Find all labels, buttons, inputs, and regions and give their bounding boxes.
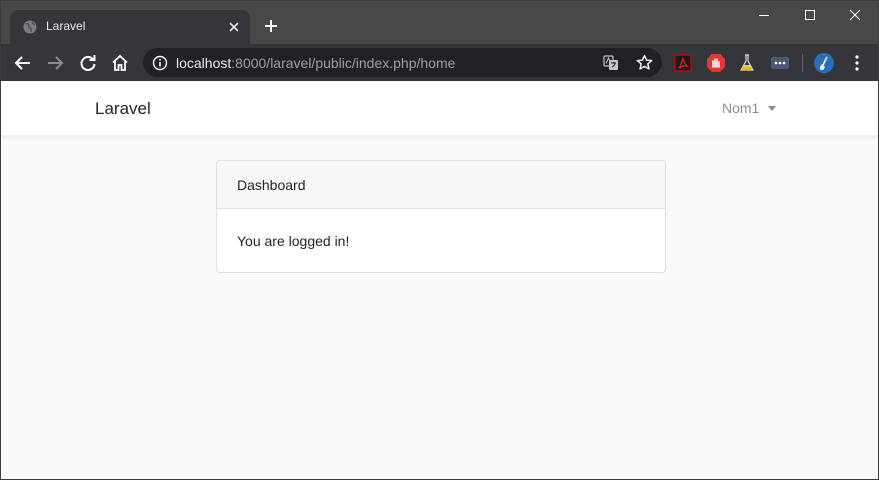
tab-strip: Laravel [1, 1, 878, 44]
caret-down-icon[interactable] [768, 106, 776, 111]
reload-icon[interactable] [78, 53, 98, 73]
tab-title: Laravel [46, 19, 86, 33]
navbar-brand[interactable]: Laravel [95, 99, 151, 119]
arrow-left-icon[interactable] [13, 53, 33, 73]
browser-tab[interactable]: Laravel [10, 10, 250, 44]
pdf-extension-icon[interactable] [673, 53, 693, 73]
adblock-extension-icon[interactable] [706, 53, 726, 73]
address-url[interactable]: localhost:8000/laravel/public/index.php/… [176, 55, 455, 71]
globe-icon [23, 20, 37, 34]
user-dropdown-toggle[interactable]: Nom1 [722, 100, 759, 116]
app-navbar: Laravel Nom1 [1, 81, 878, 136]
info-icon[interactable] [152, 55, 168, 71]
close-tab-icon[interactable] [226, 19, 242, 35]
toolbar-separator [802, 54, 803, 72]
card-header: Dashboard [217, 161, 665, 209]
dashboard-card: Dashboard You are logged in! [216, 160, 666, 273]
minimize-icon[interactable] [756, 7, 772, 23]
url-path: :8000/laravel/public/index.php/home [231, 55, 456, 71]
kebab-menu-icon[interactable] [847, 53, 867, 73]
maximize-icon[interactable] [802, 7, 818, 23]
card-title: Dashboard [237, 177, 306, 193]
web-page: Laravel Nom1 Dashboard You are logged in… [1, 81, 878, 479]
home-icon[interactable] [110, 53, 130, 73]
translate-icon[interactable] [603, 55, 619, 71]
arrow-right-icon[interactable] [45, 53, 65, 73]
browser-window: Laravel localhost:8000/laravel/public/in… [0, 0, 879, 480]
flask-extension-icon[interactable] [737, 53, 757, 73]
dots-extension-icon[interactable] [770, 53, 790, 73]
address-bar[interactable]: localhost:8000/laravel/public/index.php/… [143, 48, 662, 77]
browser-toolbar: localhost:8000/laravel/public/index.php/… [1, 44, 878, 81]
star-icon[interactable] [636, 54, 653, 71]
profile-avatar-icon[interactable] [814, 53, 834, 73]
url-host: localhost [176, 55, 232, 71]
new-tab-icon[interactable] [263, 18, 279, 34]
login-status-message: You are logged in! [237, 233, 350, 249]
close-window-icon[interactable] [847, 7, 863, 23]
